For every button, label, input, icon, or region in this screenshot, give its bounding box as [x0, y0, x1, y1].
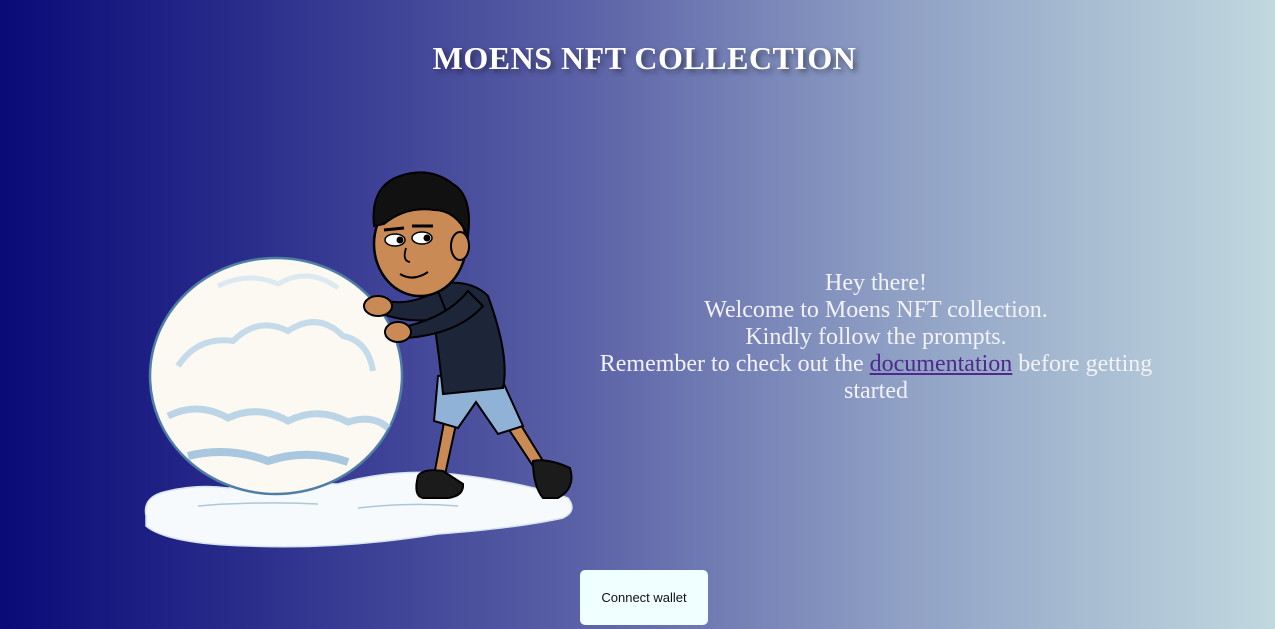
- welcome-greeting: Hey there!: [825, 270, 927, 296]
- connect-wallet-button[interactable]: Connect wallet: [580, 570, 708, 625]
- welcome-message: Hey there! Welcome to Moens NFT collecti…: [590, 270, 1162, 405]
- welcome-intro: Welcome to Moens NFT collection.: [704, 297, 1048, 323]
- doc-note-prefix: Remember to check out the: [599, 351, 864, 377]
- documentation-link[interactable]: documentation: [870, 351, 1013, 377]
- welcome-instruction: Kindly follow the prompts.: [745, 324, 1007, 350]
- page-title: MOENS NFT COLLECTION: [432, 40, 857, 76]
- avatar-pushing-snowball-icon: [138, 166, 578, 556]
- welcome-documentation-note: Remember to check out the documentation …: [590, 351, 1162, 405]
